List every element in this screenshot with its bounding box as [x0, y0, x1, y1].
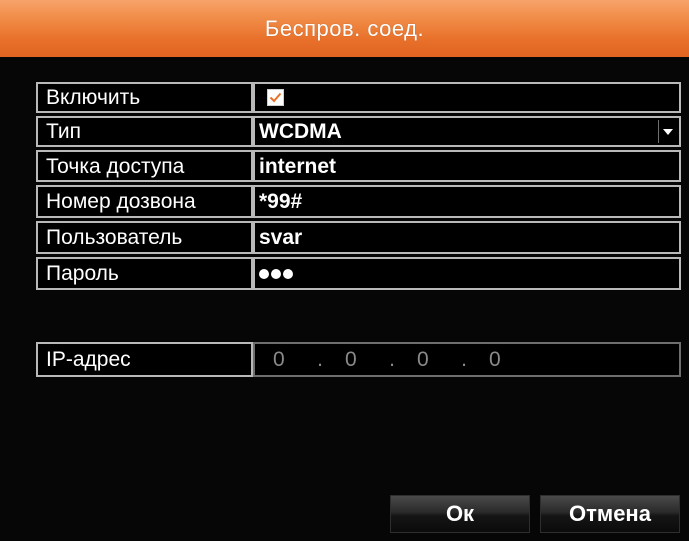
password-dot [259, 268, 269, 279]
type-label: Тип [36, 116, 253, 147]
title-bar: Беспров. соед. [0, 0, 689, 57]
password-field[interactable] [253, 257, 681, 290]
access-point-label: Точка доступа [36, 150, 253, 182]
ip-separator: . [461, 348, 467, 371]
password-dot [271, 268, 281, 279]
check-icon [269, 92, 282, 103]
ip-octet-2: 0 [345, 348, 357, 371]
enable-value-cell [253, 82, 681, 113]
enable-checkbox[interactable] [267, 89, 284, 106]
ip-address-label: IP-адрес [36, 342, 253, 377]
dial-number-label: Номер дозвона [36, 185, 253, 218]
enable-label: Включить [36, 82, 253, 113]
ip-octet-4: 0 [489, 348, 501, 371]
dial-number-field[interactable]: *99# [253, 185, 681, 218]
ip-octet-3: 0 [417, 348, 429, 371]
ok-button[interactable]: Ок [390, 495, 530, 533]
type-selected-value: WCDMA [259, 120, 342, 143]
ip-octet-1: 0 [273, 348, 285, 371]
dialog-title: Беспров. соед. [264, 15, 425, 41]
type-select[interactable]: WCDMA [253, 116, 681, 147]
password-dot [283, 268, 293, 279]
wireless-connection-dialog: Беспров. соед. Включить Тип WCDMA Точка … [0, 0, 689, 541]
cancel-button[interactable]: Отмена [540, 495, 680, 533]
ip-separator: . [389, 348, 395, 371]
dropdown-arrow-icon[interactable] [658, 120, 677, 143]
password-label: Пароль [36, 257, 253, 290]
access-point-field[interactable]: internet [253, 150, 681, 182]
password-mask [259, 268, 293, 279]
ip-separator: . [317, 348, 323, 371]
user-field[interactable]: svar [253, 221, 681, 254]
user-label: Пользователь [36, 221, 253, 254]
ip-address-field[interactable]: 0 . 0 . 0 . 0 [253, 342, 681, 377]
